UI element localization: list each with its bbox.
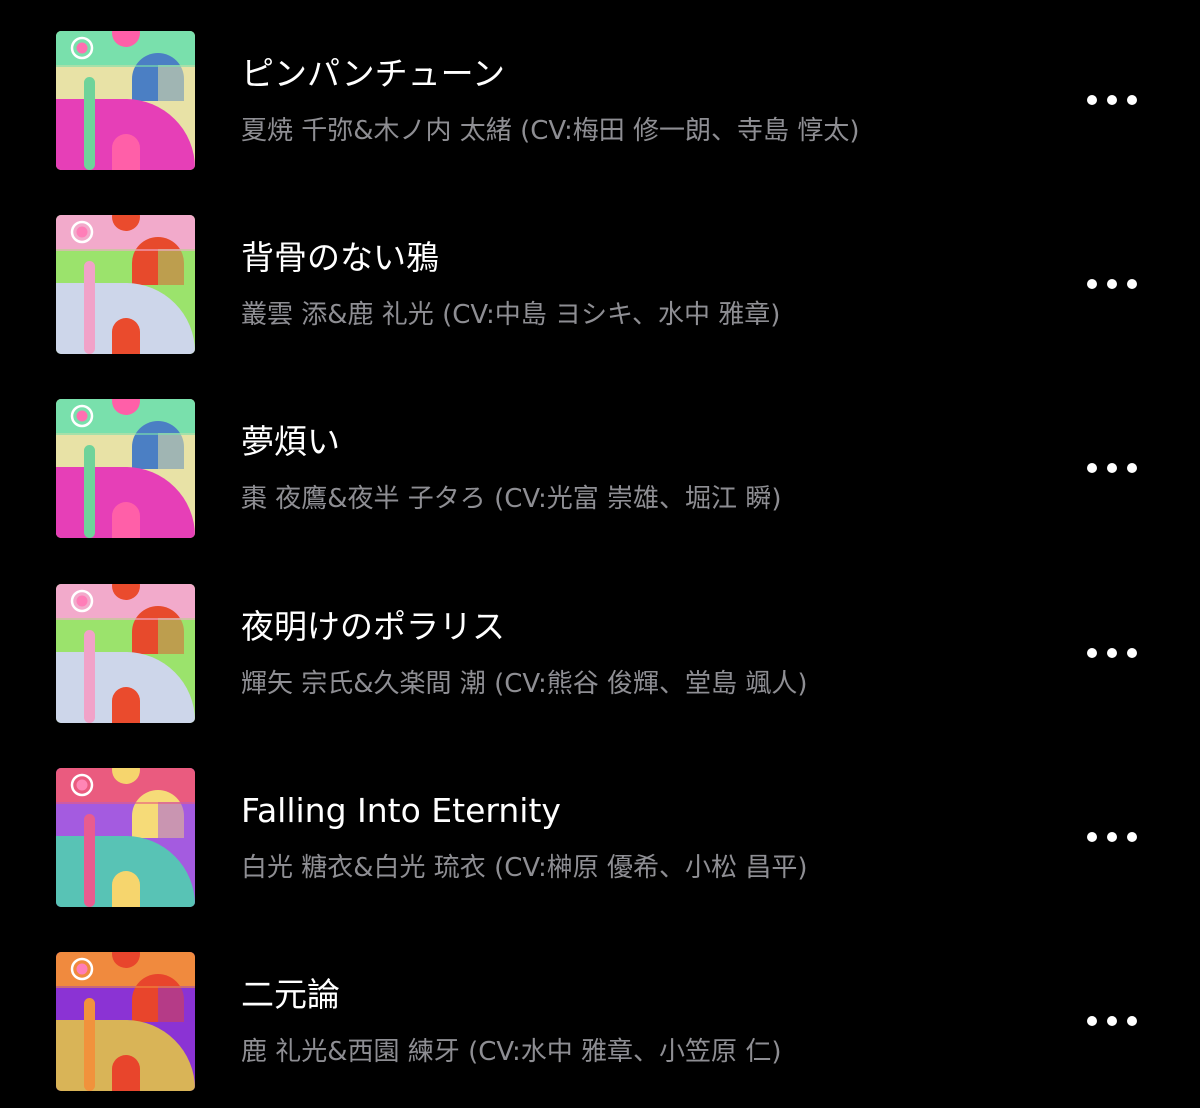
album-artwork[interactable] [56, 768, 195, 907]
art-small-arch [112, 871, 140, 907]
art-small-arch [112, 1055, 140, 1091]
ellipsis-horizontal-icon [1087, 463, 1137, 473]
track-artist: 白光 糖衣&白光 琉衣 (CV:榊原 優希、小松 昌平) [241, 853, 808, 883]
album-artwork[interactable] [56, 584, 195, 723]
art-small-arch [112, 318, 140, 354]
art-divider [56, 986, 195, 988]
ellipsis-horizontal-icon [1087, 279, 1137, 289]
album-art-graphic [56, 31, 195, 170]
art-stripe [84, 998, 95, 1091]
more-options-button[interactable] [1076, 80, 1148, 120]
track-title: 背骨のない鴉 [241, 238, 439, 277]
art-divider [56, 802, 195, 804]
track-row[interactable]: 夜明けのポラリス 輝矢 宗氏&久楽間 潮 (CV:熊谷 俊輝、堂島 颯人) [0, 553, 1200, 737]
ellipsis-horizontal-icon [1087, 1016, 1137, 1026]
album-artwork[interactable] [56, 399, 195, 538]
art-arch-overlay [158, 433, 195, 469]
art-small-arch [112, 134, 140, 170]
ellipsis-horizontal-icon [1087, 648, 1137, 658]
album-art-graphic [56, 399, 195, 538]
more-options-button[interactable] [1076, 817, 1148, 857]
track-row[interactable]: ピンパンチューン 夏焼 千弥&木ノ内 太緒 (CV:梅田 修一朗、寺島 惇太) [0, 0, 1200, 184]
art-divider [56, 65, 195, 67]
art-small-arch [112, 502, 140, 538]
track-row[interactable]: 夢煩い 棗 夜鷹&夜半 子タろ (CV:光富 崇雄、堀江 瞬) [0, 368, 1200, 552]
album-artwork[interactable] [56, 952, 195, 1091]
art-stripe [84, 445, 95, 538]
more-options-button[interactable] [1076, 264, 1148, 304]
track-title: 夢煩い [241, 422, 340, 461]
album-artwork[interactable] [56, 215, 195, 354]
album-art-graphic [56, 768, 195, 907]
art-arch-overlay [158, 986, 195, 1022]
album-art-graphic [56, 952, 195, 1091]
art-stripe [84, 261, 95, 354]
art-divider [56, 249, 195, 251]
art-arch-overlay [158, 65, 195, 101]
track-row[interactable]: 二元論 鹿 礼光&西園 練牙 (CV:水中 雅章、小笠原 仁) [0, 921, 1200, 1105]
art-stripe [84, 814, 95, 907]
album-artwork[interactable] [56, 31, 195, 170]
track-artist: 輝矢 宗氏&久楽間 潮 (CV:熊谷 俊輝、堂島 颯人) [241, 669, 808, 699]
art-stripe [84, 77, 95, 170]
art-arch-overlay [158, 618, 195, 654]
track-row[interactable]: Falling Into Eternity 白光 糖衣&白光 琉衣 (CV:榊原… [0, 737, 1200, 921]
track-title: ピンパンチューン [241, 54, 505, 93]
more-options-button[interactable] [1076, 448, 1148, 488]
art-divider [56, 618, 195, 620]
track-artist: 棗 夜鷹&夜半 子タろ (CV:光富 崇雄、堀江 瞬) [241, 484, 782, 514]
track-artist: 叢雲 添&鹿 礼光 (CV:中島 ヨシキ、水中 雅章) [241, 300, 781, 330]
art-small-arch [112, 687, 140, 723]
track-list: ピンパンチューン 夏焼 千弥&木ノ内 太緒 (CV:梅田 修一朗、寺島 惇太) … [0, 0, 1200, 1108]
more-options-button[interactable] [1076, 633, 1148, 673]
art-arch-overlay [158, 249, 195, 285]
album-art-graphic [56, 215, 195, 354]
album-art-graphic [56, 584, 195, 723]
track-title: 二元論 [241, 975, 340, 1014]
track-title: 夜明けのポラリス [241, 607, 505, 646]
track-artist: 鹿 礼光&西園 練牙 (CV:水中 雅章、小笠原 仁) [241, 1037, 782, 1067]
more-options-button[interactable] [1076, 1001, 1148, 1041]
art-stripe [84, 630, 95, 723]
ellipsis-horizontal-icon [1087, 832, 1137, 842]
art-arch-overlay [158, 802, 195, 838]
track-row[interactable]: 背骨のない鴉 叢雲 添&鹿 礼光 (CV:中島 ヨシキ、水中 雅章) [0, 184, 1200, 368]
track-artist: 夏焼 千弥&木ノ内 太緒 (CV:梅田 修一朗、寺島 惇太) [241, 116, 860, 146]
ellipsis-horizontal-icon [1087, 95, 1137, 105]
track-title: Falling Into Eternity [241, 791, 561, 830]
art-divider [56, 433, 195, 435]
